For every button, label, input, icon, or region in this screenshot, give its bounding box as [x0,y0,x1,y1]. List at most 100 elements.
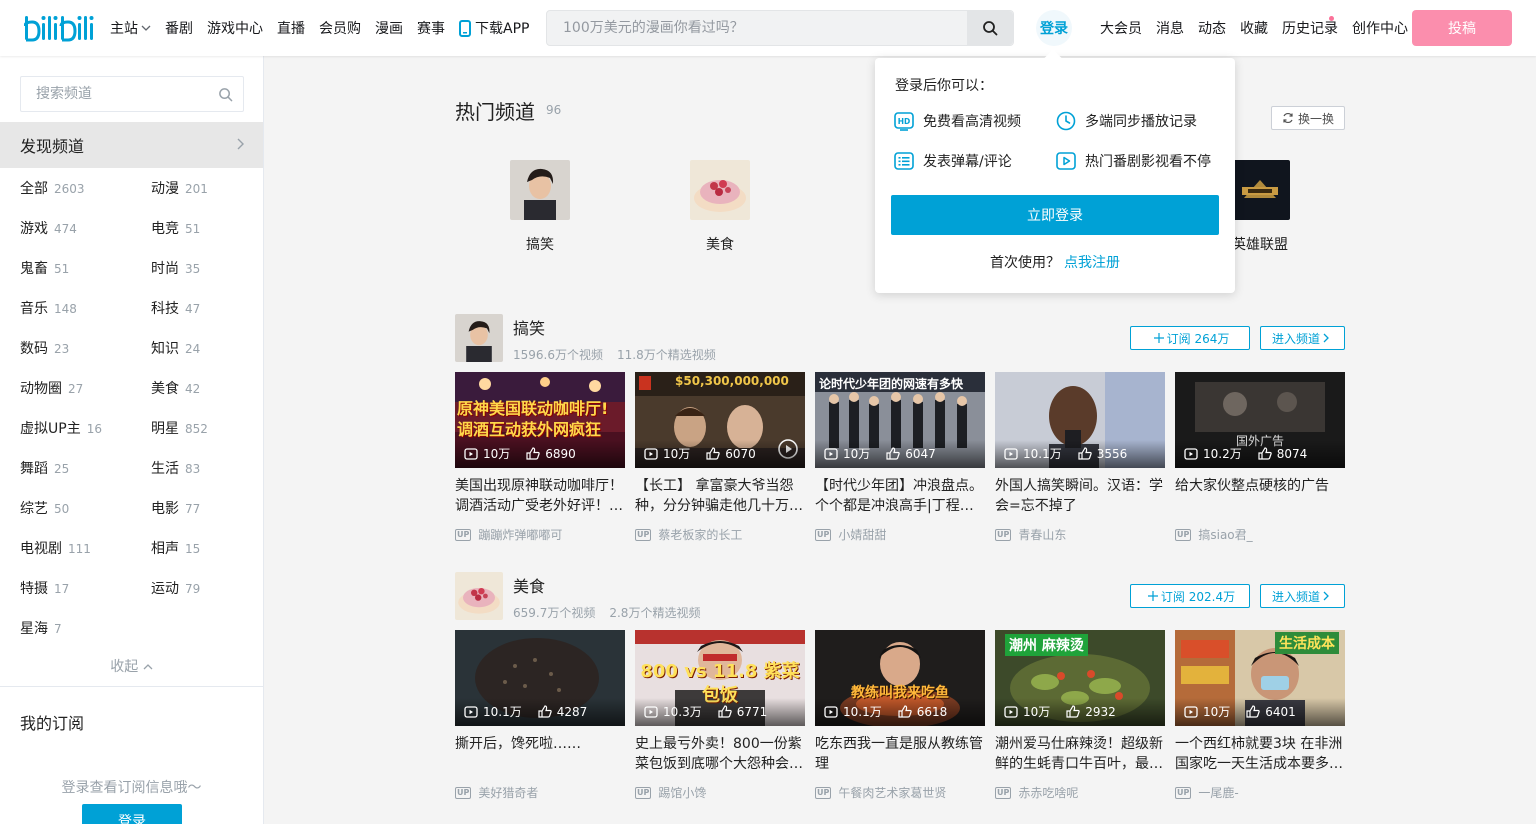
discover-channels[interactable]: 发现频道 [0,122,263,168]
login-now-button[interactable]: 立即登录 [891,195,1219,235]
video-card[interactable]: 10.1万 4287 撕开后，馋死啦…… UP 美好猎奇者 [455,630,625,800]
nav-match[interactable]: 赛事 [417,18,445,38]
uploader[interactable]: UP 蔡老板家的长工 [635,526,742,543]
nav-favorites[interactable]: 收藏 [1240,18,1268,38]
nav-creator-center[interactable]: 创作中心 [1352,18,1408,38]
category-item[interactable]: 星海 7 [20,618,62,638]
video-card[interactable]: 国外广告 10.2万 8074 给大家伙整点硬核的广告 UP 搞siao君_ [1175,372,1345,542]
video-title[interactable]: 【时代少年团】冲浪盘点。个个都是冲浪高手|丁程… [815,476,985,516]
nav-main[interactable]: 主站 [110,18,151,38]
video-cover[interactable]: 论时代少年团的网速有多快 10万 6047 [815,372,985,468]
subscribe-button[interactable]: 订阅 264万 [1130,326,1250,350]
category-item[interactable]: 相声 15 [151,538,200,558]
video-card[interactable]: 潮州 麻辣烫 10万 2932 潮州爱马仕麻辣烫！超级新鲜的生蚝青口牛百叶，最…… [995,630,1165,800]
subscribe-button[interactable]: 订阅 202.4万 [1130,584,1250,608]
search-icon[interactable] [218,87,233,102]
nav-bangumi[interactable]: 番剧 [165,18,193,38]
nav-game-center[interactable]: 游戏中心 [207,18,263,38]
video-title[interactable]: 史上最亏外卖！800一份紫菜包饭到底哪个大怨种会… [635,734,805,774]
section-title[interactable]: 美食 [513,573,545,597]
video-title[interactable]: 给大家伙整点硬核的广告 [1175,476,1345,516]
hot-channel-item[interactable]: 搞笑 [510,160,570,253]
video-card[interactable]: $50,300,000,000 10万 6070 【长工】 拿富豪大爷当怨种，分… [635,372,805,542]
section-avatar[interactable] [455,314,503,362]
hot-channel-item[interactable]: 美食 [690,160,750,253]
category-item[interactable]: 音乐 148 [20,298,77,318]
uploader[interactable]: UP 小婧甜甜 [815,526,886,543]
video-title[interactable]: 吃东西我一直是服从教练管理 [815,734,985,774]
enter-channel-button[interactable]: 进入频道 [1260,326,1345,350]
bilibili-logo[interactable] [24,12,96,44]
uploader[interactable]: UP 一尾鹿- [1175,784,1239,801]
video-cover[interactable]: 教练叫我来吃鱼 10.1万 6618 [815,630,985,726]
category-item[interactable]: 电竞 51 [151,218,200,238]
category-item[interactable]: 综艺 50 [20,498,69,518]
refresh-button[interactable]: 换一换 [1271,106,1345,130]
video-title[interactable]: 【长工】 拿富豪大爷当怨种，分分钟骗走他几十万… [635,476,805,516]
uploader[interactable]: UP 踢馆小馋 [635,784,706,801]
category-item[interactable]: 数码 23 [20,338,69,358]
video-cover[interactable]: $50,300,000,000 10万 6070 [635,372,805,468]
video-card[interactable]: 原神美国联动咖啡厅! 调酒互动获外网疯狂 10万 6890 美国出现原神联动咖啡… [455,372,625,542]
category-item[interactable]: 鬼畜 51 [20,258,69,278]
category-item[interactable]: 游戏 474 [20,218,77,238]
category-item[interactable]: 时尚 35 [151,258,200,278]
collapse-button[interactable]: 收起 [0,656,263,676]
section-avatar[interactable] [455,572,503,620]
video-title[interactable]: 美国出现原神联动咖啡厅！调酒活动广受老外好评！… [455,476,625,516]
video-cover[interactable]: 原神美国联动咖啡厅! 调酒互动获外网疯狂 10万 6890 [455,372,625,468]
video-cover[interactable]: 10.1万 3556 [995,372,1165,468]
enter-channel-button[interactable]: 进入频道 [1260,584,1345,608]
video-cover[interactable]: 生活成本 10万 6401 [1175,630,1345,726]
nav-history[interactable]: 历史记录 [1282,18,1338,38]
video-cover[interactable]: 10.1万 4287 [455,630,625,726]
category-item[interactable]: 明星 852 [151,418,208,438]
video-title[interactable]: 撕开后，馋死啦…… [455,734,625,774]
channel-search-input[interactable] [21,77,211,111]
category-item[interactable]: 生活 83 [151,458,200,478]
category-item[interactable]: 知识 24 [151,338,200,358]
category-item[interactable]: 运动 79 [151,578,200,598]
section-title[interactable]: 搞笑 [513,315,545,339]
category-item[interactable]: 美食 42 [151,378,200,398]
uploader[interactable]: UP 蹦蹦炸弹嘟嘟可 [455,526,562,543]
search-input[interactable] [547,11,967,45]
category-item[interactable]: 特摄 17 [20,578,69,598]
nav-mall[interactable]: 会员购 [319,18,361,38]
video-card[interactable]: 10.1万 3556 外国人搞笑瞬间。汉语：学会=忘不掉了 UP 青春山东 [995,372,1165,542]
category-item[interactable]: 全部 2603 [20,178,85,198]
nav-live[interactable]: 直播 [277,18,305,38]
category-item[interactable]: 动漫 201 [151,178,208,198]
category-item[interactable]: 虚拟UP主 16 [20,418,102,438]
nav-dynamics[interactable]: 动态 [1198,18,1226,38]
category-item[interactable]: 科技 47 [151,298,200,318]
category-item[interactable]: 舞蹈 25 [20,458,69,478]
search-button[interactable] [967,11,1013,45]
video-title[interactable]: 潮州爱马仕麻辣烫！超级新鲜的生蚝青口牛百叶，最… [995,734,1165,774]
uploader[interactable]: UP 青春山东 [995,526,1066,543]
video-cover[interactable]: 潮州 麻辣烫 10万 2932 [995,630,1165,726]
video-cover[interactable]: 800 vs 11.8 紫菜包饭 10.3万 6771 [635,630,805,726]
uploader[interactable]: UP 美好猎奇者 [455,784,538,801]
video-title[interactable]: 一个西红柿就要3块 在非洲国家吃一天生活成本要多… [1175,734,1345,774]
register-link[interactable]: 点我注册 [1064,255,1120,271]
video-cover[interactable]: 国外广告 10.2万 8074 [1175,372,1345,468]
video-card[interactable]: 教练叫我来吃鱼 10.1万 6618 吃东西我一直是服从教练管理 UP 午餐肉艺术… [815,630,985,800]
uploader[interactable]: UP 搞siao君_ [1175,526,1253,543]
video-title[interactable]: 外国人搞笑瞬间。汉语：学会=忘不掉了 [995,476,1165,516]
video-card[interactable]: 生活成本 10万 6401 一个西红柿就要3块 在非洲国家吃一天生活成本要多… … [1175,630,1345,800]
nav-manga[interactable]: 漫画 [375,18,403,38]
uploader[interactable]: UP 赤赤吃啥呢 [995,784,1078,801]
hot-channel-item[interactable]: 英雄联盟 [1230,160,1290,253]
nav-vip[interactable]: 大会员 [1100,18,1142,38]
video-card[interactable]: 800 vs 11.8 紫菜包饭 10.3万 6771 史上最亏外卖！800一份… [635,630,805,800]
category-item[interactable]: 电视剧 111 [20,538,91,558]
nav-messages[interactable]: 消息 [1156,18,1184,38]
upload-button[interactable]: 投稿 [1412,10,1512,46]
uploader[interactable]: UP 午餐肉艺术家葛世贤 [815,784,946,801]
sidebar-login-button[interactable]: 登录 [82,804,182,824]
header-login-button[interactable]: 登录 [1036,10,1072,46]
category-item[interactable]: 电影 77 [151,498,200,518]
video-card[interactable]: 论时代少年团的网速有多快 10万 6047 【时代少年团】冲浪盘点。个个都是冲浪… [815,372,985,542]
category-item[interactable]: 动物圈 27 [20,378,83,398]
